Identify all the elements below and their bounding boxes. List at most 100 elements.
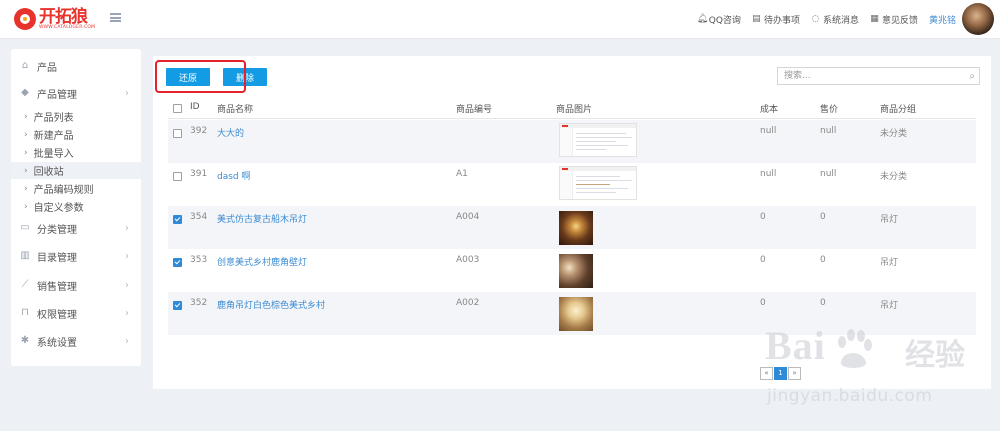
sidebar-item-label: 产品 (37, 62, 57, 74)
sidebar-item-system-settings[interactable]: ✱ 系统设置 › (11, 331, 141, 351)
sidebar-subitem-label: 新建产品 (33, 131, 74, 142)
row-price: 0 (820, 212, 826, 222)
row-name-link[interactable]: 美式仿古复古船木吊灯 (217, 212, 307, 225)
row-id: 391 (190, 169, 208, 179)
row-price: 0 (820, 298, 826, 308)
product-thumbnail[interactable] (559, 166, 637, 200)
row-code: A004 (456, 212, 480, 222)
app-logo[interactable]: 开拓狼 WWW.CATALOGER.COM (14, 6, 95, 32)
system-messages-label: 系统消息 (822, 15, 859, 26)
chevron-right-icon: › (125, 250, 129, 262)
header-category[interactable]: 商品分组 (880, 102, 916, 115)
header-code[interactable]: 商品编号 (456, 102, 492, 115)
header-cost[interactable]: 成本 (760, 102, 778, 115)
row-code: A1 (456, 169, 468, 179)
todo-link[interactable]: ▤ 待办事项 (752, 13, 800, 26)
highlight-annotation (155, 60, 246, 93)
row-checkbox[interactable] (173, 129, 182, 138)
product-thumbnail[interactable] (559, 123, 637, 157)
header-name[interactable]: 商品名称 (217, 102, 253, 115)
sidebar-subitem-batch-import[interactable]: › 批量导入 (11, 144, 141, 161)
row-category: 吊灯 (880, 215, 899, 225)
lock-icon: ⊓ (21, 307, 29, 318)
row-category: 吊灯 (880, 258, 899, 268)
table-row[interactable]: 392 大大的 null null 未分类 (168, 120, 976, 163)
sidebar-subitem-code-rules[interactable]: › 产品编码规则 (11, 180, 141, 197)
sidebar-subitem-label: 自定义参数 (33, 203, 84, 214)
logo-subtitle: WWW.CATALOGER.COM (39, 24, 96, 30)
row-category: 未分类 (880, 172, 908, 182)
search-icon[interactable]: ⌕ (969, 71, 975, 82)
row-checkbox[interactable] (173, 258, 182, 267)
row-checkbox[interactable] (173, 172, 182, 181)
row-id: 392 (190, 126, 208, 136)
product-thumbnail[interactable] (559, 297, 593, 331)
pagination-page-1[interactable]: 1 (774, 367, 787, 380)
feedback-label: 意见反馈 (881, 15, 918, 26)
sidebar-item-label: 分类管理 (37, 224, 77, 236)
select-all-checkbox[interactable] (173, 104, 182, 113)
row-name-link[interactable]: 大大的 (217, 126, 244, 139)
feedback-link[interactable]: ▦ 意见反馈 (870, 13, 918, 26)
table-row[interactable]: 352 鹿角吊灯白色棕色美式乡村 A002 0 0 吊灯 (168, 292, 976, 335)
calendar-icon: ▦ (870, 13, 879, 24)
row-price: 0 (820, 255, 826, 265)
sidebar-subitem-label: 产品编码规则 (33, 185, 94, 196)
sidebar-item-sales-management[interactable]: ⟋ 销售管理 › (11, 275, 141, 295)
todo-label: 待办事项 (763, 15, 800, 26)
sidebar-subitem-label: 产品列表 (33, 113, 74, 124)
menu-toggle-icon[interactable] (110, 13, 121, 22)
table-row[interactable]: 391 dasd 啊 A1 null null 未分类 (168, 163, 976, 206)
qq-consult-label: QQ咨询 (708, 15, 741, 26)
logo-name: 开拓狼 (39, 6, 88, 26)
row-code: A003 (456, 255, 480, 265)
search-box[interactable]: ⌕ (777, 67, 980, 85)
pagination-prev-button[interactable]: « (760, 367, 773, 380)
header-id[interactable]: ID (190, 102, 200, 112)
top-navbar: 开拓狼 WWW.CATALOGER.COM 🔔︎ QQ咨询 ▤ 待办事项 ◌ 系… (0, 0, 1000, 39)
row-price: null (820, 126, 837, 136)
user-name[interactable]: 黄兆铭 (929, 13, 956, 26)
avatar[interactable] (962, 3, 994, 35)
sidebar: ⌂ 产品 ◆ 产品管理 › › 产品列表 › 新建产品 › 批量导入 › 回收站… (11, 49, 141, 366)
sidebar-subitem-new-product[interactable]: › 新建产品 (11, 126, 141, 143)
chevron-right-icon: › (125, 222, 129, 234)
sidebar-subitem-custom-params[interactable]: › 自定义参数 (11, 198, 141, 215)
sidebar-item-products[interactable]: ⌂ 产品 (11, 56, 141, 76)
sidebar-item-category-management[interactable]: ▭ 分类管理 › (11, 218, 141, 238)
row-name-link[interactable]: dasd 啊 (217, 169, 251, 182)
document-icon: ▥ (20, 250, 30, 261)
chevron-right-icon: › (24, 111, 28, 122)
row-id: 353 (190, 255, 208, 265)
row-checkbox[interactable] (173, 301, 182, 310)
home-icon: ⌂ (21, 60, 29, 71)
row-name-link[interactable]: 创意美式乡村鹿角壁灯 (217, 255, 307, 268)
sidebar-item-permission-management[interactable]: ⊓ 权限管理 › (11, 303, 141, 323)
system-messages-link[interactable]: ◌ 系统消息 (811, 13, 859, 26)
product-thumbnail[interactable] (559, 254, 593, 288)
row-name-link[interactable]: 鹿角吊灯白色棕色美式乡村 (217, 298, 325, 311)
table-row[interactable]: 353 创意美式乡村鹿角壁灯 A003 0 0 吊灯 (168, 249, 976, 292)
header-price[interactable]: 售价 (820, 102, 838, 115)
search-input[interactable] (782, 70, 966, 82)
row-category: 吊灯 (880, 301, 899, 311)
sidebar-item-label: 系统设置 (37, 337, 77, 349)
row-category: 未分类 (880, 129, 908, 139)
sidebar-item-product-management[interactable]: ◆ 产品管理 › (11, 83, 141, 103)
product-thumbnail[interactable] (559, 211, 593, 245)
qq-consult-link[interactable]: 🔔︎ QQ咨询 (697, 13, 741, 26)
pagination-next-button[interactable]: » (788, 367, 801, 380)
chevron-right-icon: › (125, 335, 129, 347)
table-header: ID 商品名称 商品编号 商品图片 成本 售价 商品分组 (168, 98, 976, 119)
sidebar-subitem-product-list[interactable]: › 产品列表 (11, 108, 141, 125)
chevron-right-icon: › (125, 307, 129, 319)
row-cost: null (760, 126, 777, 136)
row-checkbox[interactable] (173, 215, 182, 224)
sidebar-subitem-recycle-bin[interactable]: › 回收站 (11, 162, 141, 179)
row-price: null (820, 169, 837, 179)
row-code: A002 (456, 298, 480, 308)
table-row[interactable]: 354 美式仿古复古船木吊灯 A004 0 0 吊灯 (168, 206, 976, 249)
logo-mark-icon (14, 8, 36, 30)
sidebar-item-label: 权限管理 (37, 309, 77, 321)
sidebar-item-catalog-management[interactable]: ▥ 目录管理 › (11, 246, 141, 266)
